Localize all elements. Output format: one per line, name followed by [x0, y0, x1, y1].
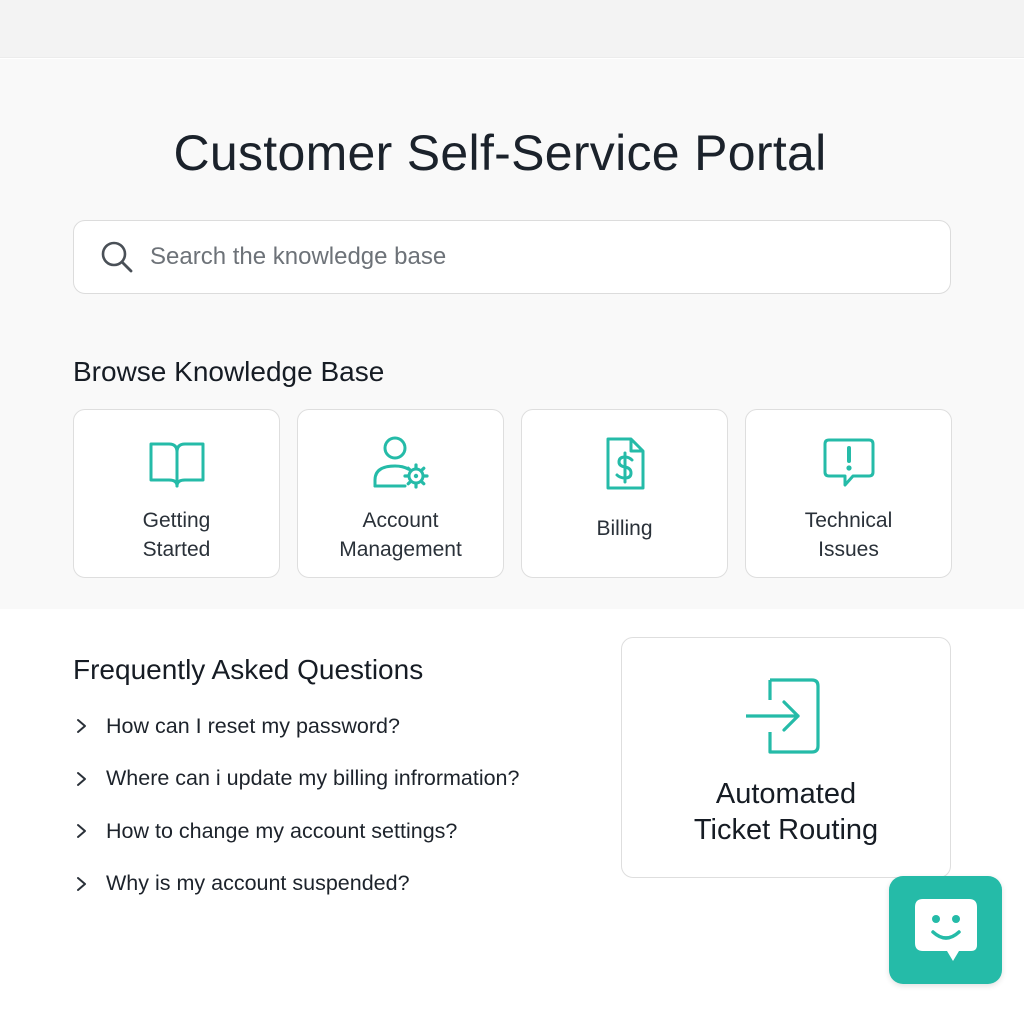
faq-list: How can I reset my password? Where can i…: [73, 708, 519, 918]
faq-question: Where can i update my billing infrormati…: [106, 766, 520, 790]
category-cards: Getting Started Account Management Billi…: [73, 409, 952, 578]
search-icon: [100, 240, 134, 274]
routing-card-label: Automated Ticket Routing: [693, 778, 879, 846]
category-label: Account Management: [339, 509, 462, 561]
sign-in-arrow-icon: [746, 676, 826, 756]
category-card-billing[interactable]: Billing: [521, 409, 728, 578]
category-label: Technical Issues: [804, 509, 893, 561]
faq-section-title: Frequently Asked Questions: [73, 654, 424, 685]
faq-item[interactable]: Where can i update my billing infrormati…: [73, 761, 519, 797]
top-bar: [0, 0, 1024, 58]
faq-item[interactable]: How can I reset my password?: [73, 708, 519, 744]
search-input[interactable]: [150, 243, 910, 271]
browse-section-title: Browse Knowledge Base: [73, 356, 385, 387]
category-card-account-management[interactable]: Account Management: [297, 409, 504, 578]
faq-question: How to change my account settings?: [106, 818, 458, 843]
chevron-right-icon: [73, 770, 91, 788]
chat-assistant-button[interactable]: [889, 876, 1002, 984]
automated-ticket-routing-card[interactable]: Automated Ticket Routing: [621, 637, 951, 878]
chevron-right-icon: [73, 822, 91, 840]
category-card-technical-issues[interactable]: Technical Issues: [745, 409, 952, 578]
category-label: Getting Started: [142, 509, 211, 561]
search-bar[interactable]: [73, 220, 951, 294]
chevron-right-icon: [73, 717, 91, 735]
smiley-chat-icon: [913, 897, 979, 963]
alert-chat-icon: [819, 436, 879, 492]
faq-question: Why is my account suspended?: [106, 871, 410, 895]
faq-item[interactable]: Why is my account suspended?: [73, 866, 519, 902]
page-title: Customer Self-Service Portal: [173, 125, 827, 181]
category-label: Billing: [596, 517, 653, 540]
chevron-right-icon: [73, 875, 91, 893]
faq-item[interactable]: How to change my account settings?: [73, 813, 519, 849]
open-book-icon: [147, 436, 207, 492]
billing-document-icon: [595, 436, 655, 492]
user-gear-icon: [371, 436, 431, 492]
category-card-getting-started[interactable]: Getting Started: [73, 409, 280, 578]
faq-question: How can I reset my password?: [106, 713, 400, 738]
